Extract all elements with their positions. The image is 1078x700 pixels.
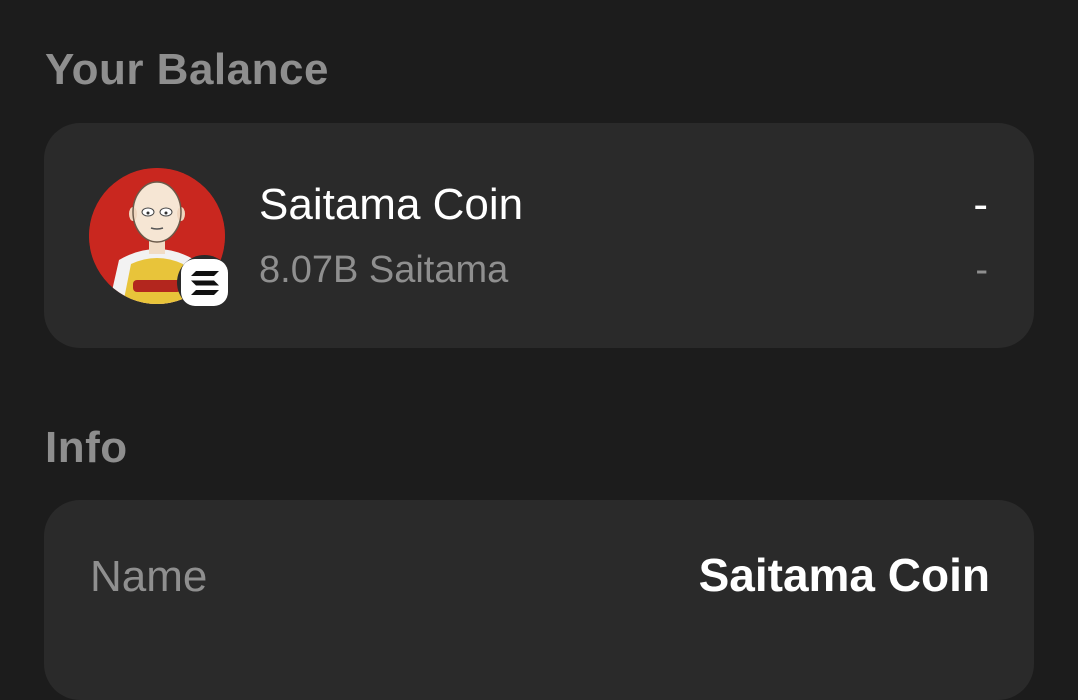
token-amount: 8.07B Saitama: [259, 249, 509, 291]
token-name: Saitama Coin: [259, 180, 524, 229]
token-price-change: -: [975, 249, 988, 291]
balance-section-title: Your Balance: [45, 45, 329, 94]
solana-icon: [177, 255, 232, 310]
info-row-label: Name: [90, 552, 208, 601]
token-fiat-value: -: [973, 180, 988, 229]
token-balance-card[interactable]: Saitama Coin 8.07B Saitama - -: [44, 123, 1034, 348]
info-card: Name Saitama Coin: [44, 500, 1034, 700]
info-row-value: Saitama Coin: [698, 549, 990, 601]
info-section-title: Info: [45, 423, 128, 472]
